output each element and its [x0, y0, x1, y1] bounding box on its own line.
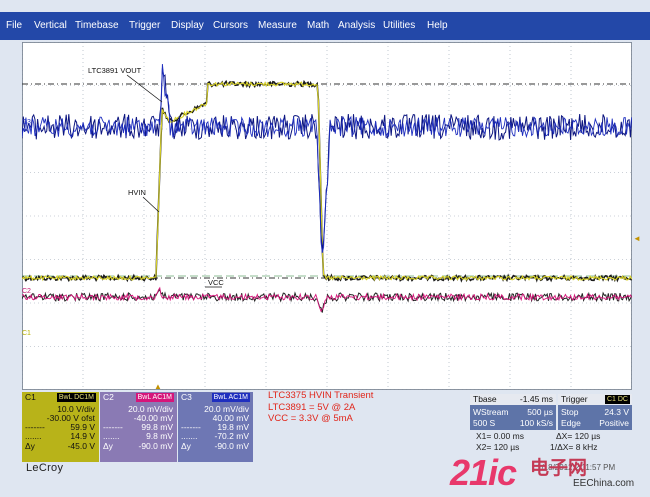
- menu-timebase[interactable]: Timebase: [75, 19, 119, 33]
- menu-measure[interactable]: Measure: [258, 19, 297, 33]
- c2-panel[interactable]: C2 BwL AC1M 20.0 mV/div -40.00 mV ------…: [100, 392, 177, 462]
- hvin-label: HVIN: [128, 188, 146, 197]
- menu-trigger[interactable]: Trigger: [129, 19, 160, 33]
- annotation-text: LTC3375 HVIN Transient LTC3891 = 5V @ 2A…: [268, 390, 373, 425]
- menu-display[interactable]: Display: [171, 19, 204, 33]
- c1-id: C1: [25, 392, 36, 402]
- menu-help[interactable]: Help: [427, 19, 448, 33]
- c1-panel[interactable]: C1 BwL DC1M 10.0 V/div -30.00 V ofst ---…: [22, 392, 99, 462]
- timebase-rate: 100 kS/s: [519, 418, 553, 428]
- menu-math[interactable]: Math: [307, 19, 329, 33]
- c3-marker: C3: [22, 119, 31, 126]
- watermark-logo: 21ic: [450, 452, 517, 493]
- trigger-level: 24.3 V: [604, 407, 629, 417]
- trigger-slope: Positive: [599, 418, 629, 428]
- trigger-source: C1 DC: [604, 395, 630, 404]
- c3-dy-label: Δy: [181, 441, 191, 451]
- waveform-svg: LTC3891 VOUT HVIN VCC: [22, 42, 632, 390]
- timebase-panel[interactable]: Tbase -1.45 ms WStream 500 µs 500 S 100 …: [470, 394, 556, 430]
- c2-r2: 9.8 mV: [146, 431, 173, 441]
- timebase-mode: WStream: [473, 407, 509, 417]
- watermark-cn: 电子网: [530, 458, 588, 479]
- trigger-time-arrow-icon[interactable]: ▲: [154, 382, 162, 391]
- trigger-type: Edge: [561, 418, 581, 428]
- c2-coupling: BwL AC1M: [135, 393, 174, 402]
- c2-id: C2: [103, 392, 114, 402]
- c1-dy: -45.0 V: [67, 441, 95, 451]
- trigger-level-arrow-icon[interactable]: ◄: [633, 234, 641, 243]
- c3-id: C3: [181, 392, 192, 402]
- vcc-label: VCC: [208, 278, 224, 287]
- timebase-samples: 500 S: [473, 418, 496, 428]
- menu-utilities[interactable]: Utilities: [383, 19, 415, 33]
- annotation-line-1: LTC3375 HVIN Transient: [268, 390, 374, 401]
- c3-panel[interactable]: C3 BwL AC1M 20.0 mV/div 40.00 mV -------…: [178, 392, 253, 462]
- menu-file[interactable]: File: [6, 19, 22, 33]
- menu-bar: File Vertical Timebase Trigger Display Cursor…: [0, 12, 650, 40]
- c2-marker: C2: [22, 288, 31, 295]
- c1-coupling: BwL DC1M: [56, 393, 96, 402]
- cursor-x2: X2= 120 µs: [476, 442, 520, 452]
- watermark-url: EEChina.com: [573, 478, 635, 489]
- cursor-inverse-dx: 1/ΔX= 8 kHz: [550, 442, 598, 452]
- menu-analysis[interactable]: Analysis: [338, 19, 375, 33]
- vout-label-leader: [126, 74, 163, 103]
- annotation-line-2: LTC3891 = 5V @ 2A: [268, 401, 356, 413]
- waveform-display[interactable]: LTC3891 VOUT HVIN VCC: [22, 42, 632, 390]
- c3-coupling: BwL AC1M: [211, 393, 250, 402]
- c1-r2: 14.9 V: [70, 431, 95, 441]
- trigger-title: Trigger: [561, 394, 588, 404]
- cursor-dx: ΔX= 120 µs: [556, 431, 601, 441]
- vout-label: LTC3891 VOUT: [88, 66, 142, 75]
- c1-marker: C1: [22, 330, 31, 337]
- c2-dy-label: Δy: [103, 441, 113, 451]
- timebase-value: -1.45 ms: [519, 394, 553, 404]
- grid: [22, 42, 632, 390]
- menu-vertical[interactable]: Vertical: [34, 19, 67, 33]
- trigger-panel[interactable]: Trigger C1 DC Stop 24.3 V Edge Positive: [558, 394, 632, 430]
- c2-dy: -90.0 mV: [138, 441, 174, 451]
- cursor-x1: X1= 0.00 ms: [476, 431, 524, 441]
- trigger-mode: Stop: [561, 407, 579, 417]
- c3-dy: -90.0 mV: [214, 441, 250, 451]
- c3-r2: -70.2 mV: [214, 431, 250, 441]
- lecroy-logo: LeCroy: [26, 462, 64, 474]
- c1-dy-label: Δy: [25, 441, 35, 451]
- timebase-title: Tbase: [473, 394, 497, 404]
- hvin-label-leader: [142, 196, 160, 213]
- annotation-line-3: VCC = 3.3V @ 5mA: [268, 413, 353, 424]
- timebase-tdiv: 500 µs: [527, 407, 553, 417]
- c2-trace-outline: [22, 288, 632, 313]
- menu-cursors[interactable]: Cursors: [213, 19, 248, 33]
